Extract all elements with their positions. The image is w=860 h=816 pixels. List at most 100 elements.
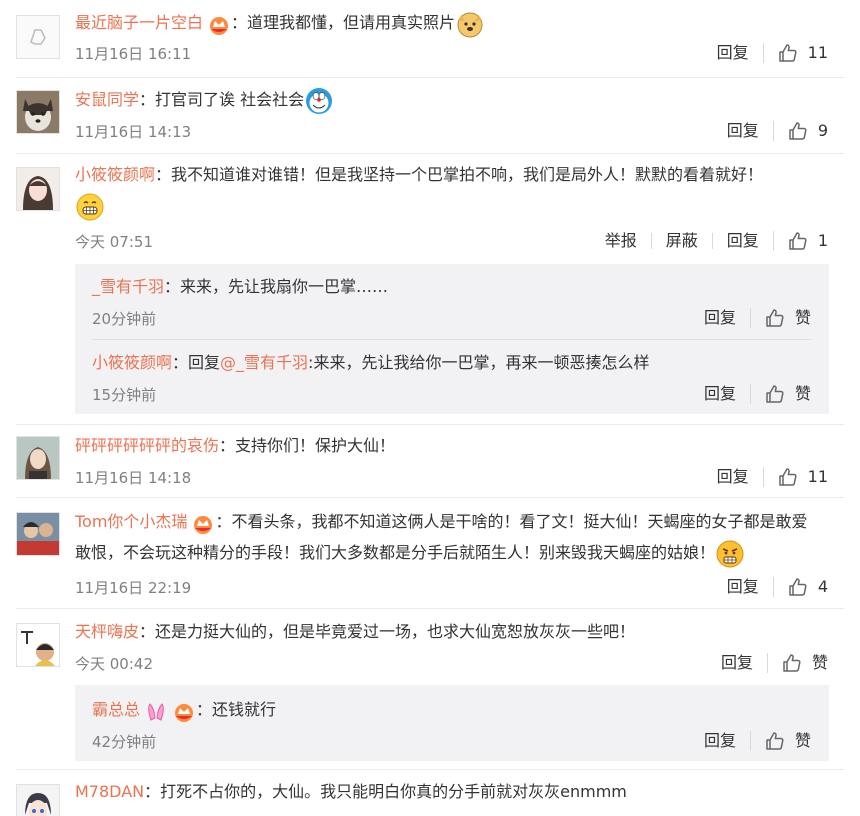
sub-reply: _雪有千羽：来来，先让我扇你一巴掌…… 20分钟前 回复 赞 xyxy=(75,264,829,340)
comment-body: ：我不知道谁对谁错！但是我坚持一个巴掌拍不响，我们是局外人！默默的看着就好！ xyxy=(155,165,764,184)
reply-body: ：还钱就行 xyxy=(196,700,277,719)
comment-time: 11月16日 14:13 xyxy=(75,123,192,141)
comment-body: ：道理我都懂，但请用真实照片 xyxy=(231,13,456,32)
username-link[interactable]: 砰砰砰砰砰砰的哀伤 xyxy=(75,436,219,455)
emoji-doge xyxy=(455,9,485,39)
thumbs-up-icon xyxy=(765,384,785,404)
avatar[interactable] xyxy=(16,436,60,480)
username-link[interactable]: 小筱筱颜啊 xyxy=(92,353,172,372)
like-label: 赞 xyxy=(794,384,811,403)
comment-text: 小筱筱颜啊：我不知道谁对谁错！但是我坚持一个巴掌拍不响，我们是局外人！默默的看着… xyxy=(75,159,815,222)
comment-text: Tom你个小杰瑞 ：不看头条，我都不知道这俩人是干啥的！看了文！挺大仙！天蝎座的女… xyxy=(75,506,815,569)
username-link[interactable]: 霸总总 xyxy=(92,700,140,719)
reply-button[interactable]: 回复 xyxy=(703,469,763,485)
reply-time: 20分钟前 xyxy=(92,310,157,328)
comment-actions: 回复 9 xyxy=(713,119,828,143)
comment-item: 砰砰砰砰砰砰的哀伤：支持你们！保护大仙！ 11月16日 14:18 回复 11 xyxy=(0,425,860,497)
like-button[interactable]: 11 xyxy=(762,467,828,487)
reply-button[interactable]: 回复 xyxy=(713,123,773,139)
like-count: 9 xyxy=(817,121,828,140)
like-button[interactable]: 赞 xyxy=(749,384,811,404)
reply-text: 霸总总 ：还钱就行 xyxy=(92,694,812,725)
reply-button[interactable]: 回复 xyxy=(713,579,773,595)
comment-time: 今天 07:51 xyxy=(75,233,153,251)
like-button[interactable]: 赞 xyxy=(749,731,811,751)
username-link[interactable]: 最近脑子一片空白 xyxy=(75,13,203,32)
comment-item: Tom你个小杰瑞 ：不看头条，我都不知道这俩人是干啥的！看了文！挺大仙！天蝎座的女… xyxy=(0,498,860,608)
like-button[interactable]: 4 xyxy=(772,577,828,597)
comment-item: 天枰嗨皮：还是力挺大仙的，但是毕竟爱过一场，也求大仙宽恕放灰灰一些吧！ 今天 0… xyxy=(0,609,860,769)
username-link[interactable]: M78DAN xyxy=(75,782,144,801)
bunny-ears-icon xyxy=(144,701,168,721)
report-button[interactable]: 举报 xyxy=(591,233,651,249)
thumbs-up-icon xyxy=(788,577,808,597)
thumbs-up-icon xyxy=(765,731,785,751)
comment-actions: 回复 4 xyxy=(713,575,828,599)
comment-item: M78DAN：打死不占你的，大仙。我只能明白你真的分手前就对灰灰enmmm xyxy=(0,770,860,816)
reply-thread: 霸总总 ：还钱就行 42分钟前 回复 赞 xyxy=(75,685,829,761)
reply-actions: 回复 赞 xyxy=(690,382,811,406)
avatar[interactable] xyxy=(16,90,60,134)
username-link[interactable]: _雪有千羽 xyxy=(92,277,164,296)
emoji-angry xyxy=(715,539,745,569)
reply-actions: 回复 赞 xyxy=(690,729,811,753)
comment-text: M78DAN：打死不占你的，大仙。我只能明白你真的分手前就对灰灰enmmm xyxy=(75,776,815,807)
comment-item: 小筱筱颜啊：我不知道谁对谁错！但是我坚持一个巴掌拍不响，我们是局外人！默默的看着… xyxy=(0,154,860,424)
comment-item: 最近脑子一片空白 ：道理我都懂，但请用真实照片 11月16日 16:11 回复 1… xyxy=(0,0,860,80)
avatar[interactable] xyxy=(16,784,60,816)
like-count: 1 xyxy=(817,231,828,250)
comment-text: 砰砰砰砰砰砰的哀伤：支持你们！保护大仙！ xyxy=(75,430,815,461)
comment-text: 安鼠同学：打官司了诶 社会社会 xyxy=(75,84,815,116)
like-label: 赞 xyxy=(794,731,811,750)
comment-body: ：还是力挺大仙的，但是毕竟爱过一场，也求大仙宽恕放灰灰一些吧！ xyxy=(139,622,636,641)
thumbs-up-icon xyxy=(782,653,802,673)
avatar[interactable] xyxy=(16,623,60,667)
like-button[interactable]: 11 xyxy=(762,43,828,63)
comment-actions: 回复 11 xyxy=(703,465,828,489)
like-button[interactable]: 赞 xyxy=(749,308,811,328)
emoji-grin xyxy=(75,192,105,222)
username-link[interactable]: 安鼠同学 xyxy=(75,90,139,109)
reply-text: _雪有千羽：来来，先让我扇你一巴掌…… xyxy=(92,271,812,302)
username-link[interactable]: 天枰嗨皮 xyxy=(75,622,139,641)
reply-button[interactable]: 回复 xyxy=(690,310,750,326)
reply-time: 42分钟前 xyxy=(92,733,157,751)
avatar[interactable] xyxy=(16,167,60,211)
comment-text: 天枰嗨皮：还是力挺大仙的，但是毕竟爱过一场，也求大仙宽恕放灰灰一些吧！ xyxy=(75,616,815,647)
like-count: 11 xyxy=(807,43,828,62)
thumbs-up-icon xyxy=(788,121,808,141)
comment-body: ：打死不占你的，大仙。我只能明白你真的分手前就对灰灰enmmm xyxy=(144,782,627,801)
reply-button[interactable]: 回复 xyxy=(711,233,773,249)
avatar[interactable] xyxy=(16,512,60,556)
reply-button[interactable]: 回复 xyxy=(707,655,767,671)
like-count: 11 xyxy=(807,467,828,486)
block-button[interactable]: 屏蔽 xyxy=(650,233,712,249)
mention-link[interactable]: @_雪有千羽 xyxy=(220,353,308,372)
username-link[interactable]: Tom你个小杰瑞 xyxy=(75,512,187,531)
comment-time: 今天 00:42 xyxy=(75,655,153,673)
avatar[interactable] xyxy=(16,15,60,59)
comment-item: 安鼠同学：打官司了诶 社会社会 11月16日 14:13 回复 9 xyxy=(0,78,860,153)
thumbs-up-icon xyxy=(778,467,798,487)
thumbs-up-icon xyxy=(788,231,808,251)
username-link[interactable]: 小筱筱颜啊 xyxy=(75,165,155,184)
like-button[interactable]: 9 xyxy=(772,121,828,141)
comment-time: 11月16日 22:19 xyxy=(75,579,192,597)
comment-actions: 回复 11 xyxy=(703,41,828,65)
comment-text: 最近脑子一片空白 ：道理我都懂，但请用真实照片 xyxy=(75,7,815,39)
comment-body: ：打官司了诶 社会社会 xyxy=(139,90,305,109)
like-button[interactable]: 1 xyxy=(772,231,828,251)
reply-button[interactable]: 回复 xyxy=(703,45,763,61)
comment-actions: 回复 赞 xyxy=(707,651,828,675)
reply-prefix: ：回复 xyxy=(172,353,221,372)
thumbs-up-icon xyxy=(778,43,798,63)
sub-reply: 小筱筱颜啊：回复@_雪有千羽:来来，先让我给你一巴掌，再来一顿恶揍怎么样 15分… xyxy=(75,340,829,414)
like-button[interactable]: 赞 xyxy=(766,653,828,673)
comment-actions: 举报 屏蔽 回复 1 xyxy=(591,229,828,253)
reply-button[interactable]: 回复 xyxy=(690,386,750,402)
reply-button[interactable]: 回复 xyxy=(690,733,750,749)
reply-actions: 回复 赞 xyxy=(690,306,811,330)
like-label: 赞 xyxy=(794,308,811,327)
like-count: 4 xyxy=(817,577,828,596)
vip-crown-badge xyxy=(172,701,196,722)
